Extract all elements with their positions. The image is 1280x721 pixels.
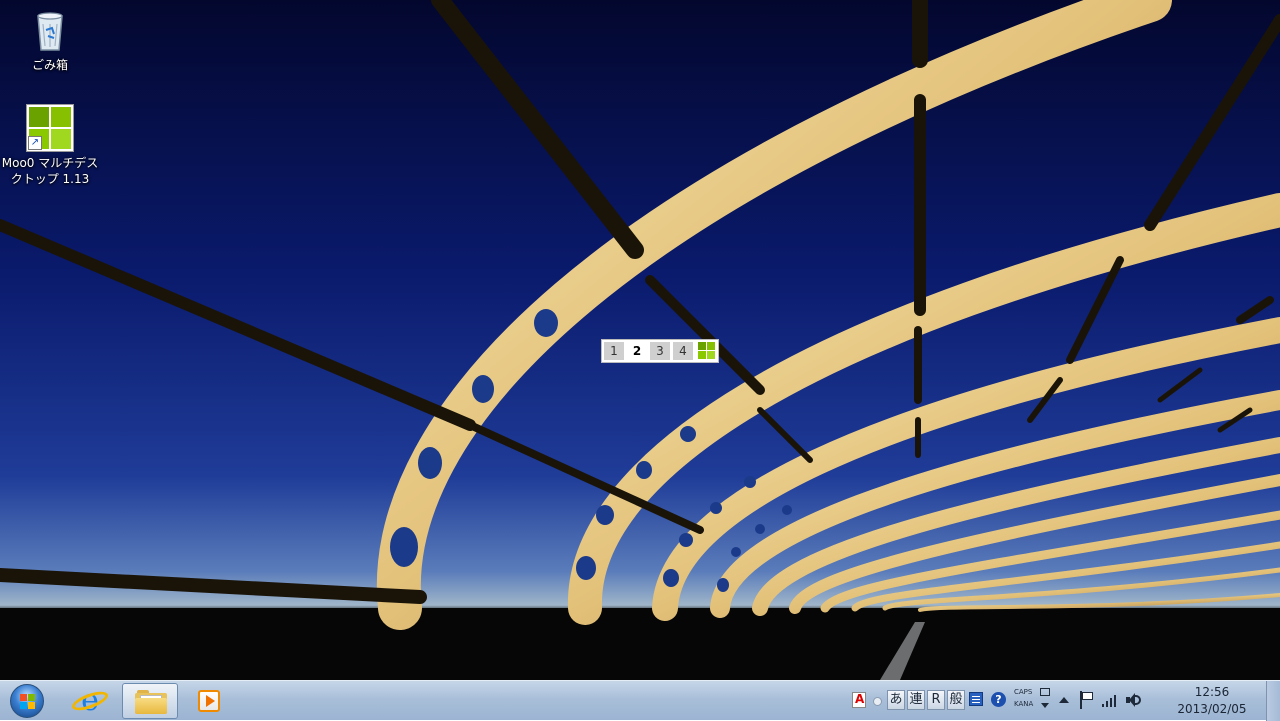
ime-dot-icon[interactable]: [873, 697, 882, 706]
windows-start-icon: [10, 684, 44, 718]
ime-r-button[interactable]: R: [927, 690, 945, 710]
desktop[interactable]: ごみ箱 ↗ Moo0 マルチデス クトップ 1.13 1 2 3 4: [0, 0, 1280, 680]
clock-date: 2013/02/05: [1177, 702, 1247, 716]
start-button[interactable]: [4, 682, 50, 720]
ime-conversion-button[interactable]: 連: [907, 690, 925, 710]
volume-icon[interactable]: [1126, 691, 1144, 709]
adobe-acrobat-icon[interactable]: A: [852, 692, 866, 708]
shortcut-arrow-icon: ↗: [28, 136, 42, 150]
ime-pad-icon[interactable]: [969, 692, 983, 706]
recycle-bin-icon: [26, 6, 74, 54]
taskbar-media-player-button[interactable]: [182, 683, 238, 719]
show-hidden-icons-chevron[interactable]: [1059, 697, 1069, 703]
ime-mode-button[interactable]: あ: [887, 690, 905, 710]
desktop-icon-moo0-multidesktop[interactable]: ↗ Moo0 マルチデス クトップ 1.13: [0, 104, 100, 187]
taskbar-explorer-button[interactable]: [122, 683, 178, 719]
caps-indicator: CAPS: [1014, 688, 1033, 696]
desktop-icon-label-line-1: Moo0 マルチデス: [1, 156, 99, 170]
desktop-icon-recycle-bin[interactable]: ごみ箱: [0, 6, 100, 73]
desktop-2-button[interactable]: 2: [627, 342, 647, 360]
help-icon[interactable]: ?: [991, 692, 1006, 707]
desktop-icon-label-line-2: クトップ 1.13: [10, 172, 90, 186]
clock-time: 12:56: [1194, 685, 1230, 699]
desktop-icon-label: ごみ箱: [31, 58, 68, 72]
ime-dropdown-icon[interactable]: [1041, 703, 1049, 708]
desktop-grid-icon[interactable]: [698, 342, 716, 360]
desktop-4-button[interactable]: 4: [673, 342, 693, 360]
ime-dictionary-button[interactable]: 般: [947, 690, 965, 710]
moo0-multidesktop-icon: ↗: [26, 104, 74, 152]
folder-icon: [135, 690, 167, 714]
taskbar: e A あ 連 R 般 ? CAPS KANA 12:56 2013/02/05: [0, 680, 1280, 721]
ime-options-icon[interactable]: [1040, 688, 1050, 696]
taskbar-internet-explorer-button[interactable]: e: [62, 683, 118, 719]
show-desktop-button[interactable]: [1266, 681, 1280, 721]
desktop-1-button[interactable]: 1: [604, 342, 624, 360]
media-player-icon: [198, 690, 220, 712]
kana-indicator: KANA: [1014, 700, 1034, 708]
desktop-3-button[interactable]: 3: [650, 342, 670, 360]
virtual-desktop-switcher: 1 2 3 4: [601, 339, 719, 363]
action-center-flag-icon[interactable]: [1079, 691, 1095, 709]
taskbar-clock[interactable]: 12:56 2013/02/05: [1172, 684, 1252, 718]
network-signal-icon[interactable]: [1102, 691, 1120, 709]
